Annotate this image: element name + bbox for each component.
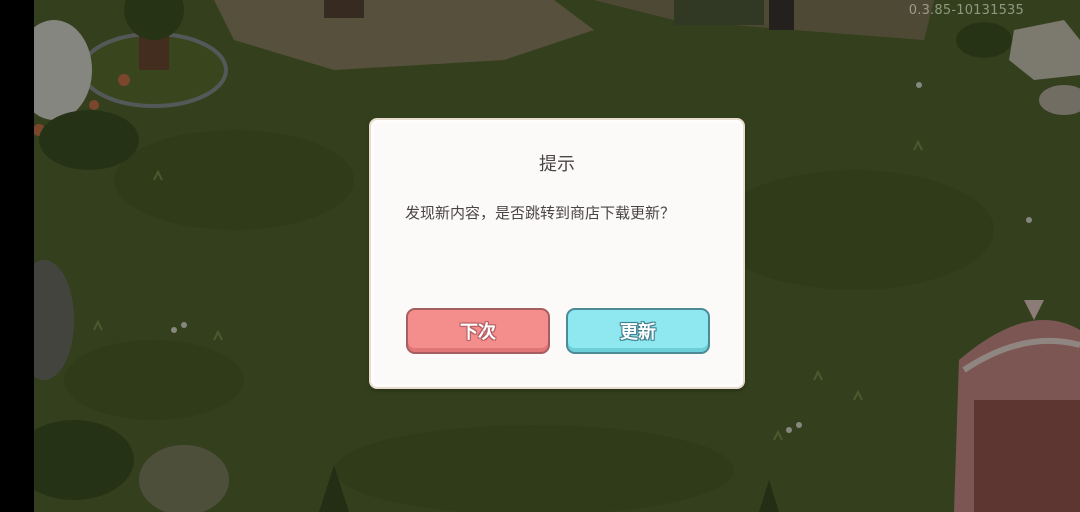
version-label: 0.3.85-10131535 bbox=[908, 3, 1024, 18]
dialog-message: 发现新内容，是否跳转到商店下载更新？ bbox=[405, 204, 676, 222]
dialog-title: 提示 bbox=[539, 154, 575, 175]
update-prompt-dialog: 提示 发现新内容，是否跳转到商店下载更新？ 下次 更新 bbox=[369, 118, 745, 389]
left-black-bar bbox=[0, 0, 34, 512]
later-button-label: 下次 bbox=[460, 322, 496, 343]
later-button[interactable]: 下次 bbox=[406, 308, 550, 354]
update-button[interactable]: 更新 bbox=[566, 308, 710, 354]
game-screen: 0.3.85-10131535 提示 发现新内容，是否跳转到商店下载更新？ 下次… bbox=[0, 0, 1080, 512]
update-button-label: 更新 bbox=[620, 322, 656, 343]
